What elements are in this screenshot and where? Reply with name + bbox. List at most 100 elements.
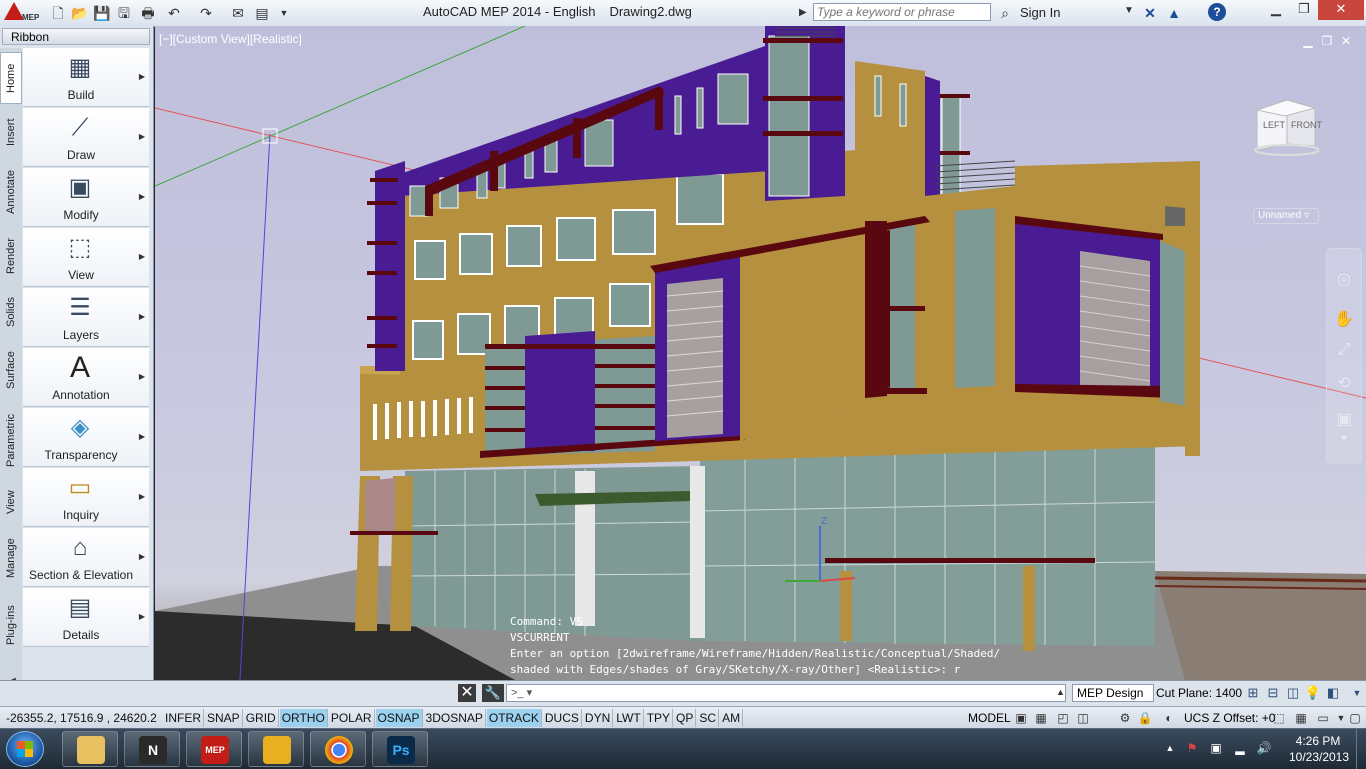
panel-draw[interactable]: ⟋ Draw ▶ [23, 108, 149, 167]
expand-arrow-icon[interactable]: ▶ [139, 252, 145, 261]
clean-screen-toggle-icon[interactable]: ▢ [1346, 709, 1364, 727]
taskbar-app-chrome[interactable] [310, 731, 366, 767]
panel-annotation[interactable]: A Annotation ▶ [23, 348, 149, 407]
network-icon[interactable]: ▣ [1208, 740, 1224, 756]
minimize-button[interactable]: ▁ [1262, 0, 1290, 20]
show-desktop-button[interactable] [1356, 729, 1366, 769]
search-expand-icon[interactable]: ▶ [799, 3, 811, 23]
viewport-close-icon[interactable]: ✕ [1339, 34, 1353, 48]
toggle-snap[interactable]: SNAP [205, 709, 243, 727]
expand-arrow-icon[interactable]: ▶ [139, 552, 145, 561]
toggle-qp[interactable]: QP [674, 709, 697, 727]
toggle-osnap[interactable]: OSNAP [375, 709, 423, 727]
tab-manage[interactable]: Manage [0, 526, 22, 590]
coordinates-readout[interactable]: -26355.2, 17516.9 , 24620.2 [6, 711, 157, 725]
tab-plug-ins[interactable]: Plug-ins [0, 592, 22, 658]
panel-section-elevation[interactable]: ⌂ Section & Elevation ▶ [23, 528, 149, 587]
maximize-button[interactable]: ❐ [1290, 0, 1318, 20]
layout-icon[interactable]: ◫ [1074, 709, 1092, 727]
toggle-grid[interactable]: GRID [244, 709, 279, 727]
command-history-toggle-icon[interactable]: ▲ [1056, 687, 1065, 697]
panel-inquiry[interactable]: ▭ Inquiry ▶ [23, 468, 149, 527]
application-menu-button[interactable]: MEP [2, 1, 42, 25]
show-hidden-icons-icon[interactable]: ▲ [1162, 740, 1178, 756]
annotation-scale-icon[interactable]: ⊞ [1244, 684, 1262, 702]
steering-wheel-icon[interactable]: ◎ [1332, 269, 1356, 291]
properties-icon[interactable]: ▤ [252, 3, 272, 23]
ucs-z-offset[interactable]: UCS Z Offset: +0 [1184, 711, 1275, 725]
pan-icon[interactable]: ◰ [1054, 709, 1072, 727]
signal-icon[interactable]: ▂ [1232, 740, 1248, 756]
expand-arrow-icon[interactable]: ▶ [139, 132, 145, 141]
viewport-controls-label[interactable]: [−][Custom View][Realistic] [159, 32, 302, 46]
close-window-button[interactable]: ✕ [1318, 0, 1364, 20]
viewcube-front-face[interactable]: FRONT [1291, 120, 1322, 130]
wcs-menu[interactable]: Unnamed ▿ [1253, 208, 1319, 224]
workspace-select[interactable]: MEP Design ▼ [1072, 684, 1154, 715]
action-center-icon[interactable]: ⚑ [1184, 740, 1200, 756]
tab-parametric[interactable]: Parametric [0, 402, 22, 478]
viewport-restore-icon[interactable]: ❐ [1320, 34, 1334, 48]
start-button[interactable] [6, 731, 44, 767]
tab-insert[interactable]: Insert [0, 108, 22, 156]
expand-arrow-icon[interactable]: ▶ [139, 432, 145, 441]
expand-arrow-icon[interactable]: ▶ [139, 372, 145, 381]
pan-hand-icon[interactable]: ✋ [1332, 309, 1356, 331]
sign-in-link[interactable]: Sign In [1020, 5, 1060, 20]
annotation-visibility-icon[interactable]: ⊟ [1264, 684, 1282, 702]
expand-arrow-icon[interactable]: ▶ [139, 612, 145, 621]
expand-arrow-icon[interactable]: ▶ [139, 492, 145, 501]
panel-details[interactable]: ▤ Details ▶ [23, 588, 149, 647]
drawing-viewport[interactable]: Z [−][Custom View][Realistic] ▁ ❐ ✕ LEFT… [155, 26, 1366, 680]
toggle-3dosnap[interactable]: 3DOSNAP [424, 709, 486, 727]
viewcube-left-face[interactable]: LEFT [1263, 120, 1285, 130]
orbit-icon[interactable]: ⟲ [1332, 373, 1356, 395]
help-icon[interactable]: ? [1208, 3, 1226, 21]
command-close-icon[interactable]: ✕ [458, 684, 476, 702]
zoom-extents-icon[interactable]: ⤢ [1332, 341, 1356, 363]
toggle-am[interactable]: AM [720, 709, 744, 727]
surface-hatch-icon[interactable]: ◫ [1284, 684, 1302, 702]
toggle-tpy[interactable]: TPY [645, 709, 674, 727]
redo-icon[interactable]: ↷ [196, 3, 216, 23]
search-input[interactable] [813, 3, 991, 21]
ribbon-title[interactable]: Ribbon [2, 28, 150, 45]
command-customize-icon[interactable]: 🔧 [482, 684, 504, 702]
undo-icon[interactable]: ↶ [164, 3, 184, 23]
toggle-infer[interactable]: INFER [163, 709, 204, 727]
chevron-down-icon[interactable]: ▼ [1124, 5, 1134, 16]
volume-icon[interactable]: 🔊 [1256, 740, 1272, 756]
autodesk-360-icon[interactable]: ▲ [1164, 3, 1184, 23]
tab-render[interactable]: Render [0, 228, 22, 284]
hardware-acceleration-icon[interactable]: ◐ [1160, 709, 1178, 727]
viewcube[interactable]: LEFT FRONT [1253, 94, 1322, 156]
save-icon[interactable]: 💾 [92, 3, 112, 23]
open-icon[interactable]: 📂 [70, 3, 90, 23]
panel-view[interactable]: ⬚ View ▶ [23, 228, 149, 287]
print-icon[interactable]: 🖶 [138, 3, 158, 23]
toggle-polar[interactable]: POLAR [329, 709, 375, 727]
tab-solids[interactable]: Solids [0, 286, 22, 338]
command-input[interactable]: >_ ▾ [506, 684, 1066, 702]
taskbar-app-autocad-mep[interactable]: MEP [186, 731, 242, 767]
lightbulb-icon[interactable]: 💡 [1304, 684, 1322, 702]
panel-transparency[interactable]: ◈ Transparency ▶ [23, 408, 149, 467]
clean-screen-icon[interactable]: ▭ [1314, 709, 1332, 727]
chevron-down-icon[interactable]: ▼ [1348, 684, 1366, 702]
tab-surface[interactable]: Surface [0, 340, 22, 400]
save-as-icon[interactable]: 🖫 [114, 3, 134, 23]
exchange-icon[interactable]: ✕ [1140, 3, 1160, 23]
toggle-lwt[interactable]: LWT [614, 709, 644, 727]
toggle-ortho[interactable]: ORTHO [279, 709, 328, 727]
toggle-dyn[interactable]: DYN [583, 709, 614, 727]
elevation-icon[interactable]: ▦ [1292, 709, 1310, 727]
tab-view[interactable]: View [0, 480, 22, 524]
expand-arrow-icon[interactable]: ▶ [139, 72, 145, 81]
share-icon[interactable]: ✉ [228, 3, 248, 23]
lock-icon[interactable]: 🔒 [1136, 709, 1154, 727]
expand-arrow-icon[interactable]: ▶ [139, 312, 145, 321]
isolate-objects-icon[interactable]: ◧ [1324, 684, 1342, 702]
new-icon[interactable]: 🗋 [48, 3, 68, 23]
showmotion-icon[interactable]: ▣ [1332, 409, 1356, 431]
tab-home[interactable]: Home [0, 52, 22, 104]
